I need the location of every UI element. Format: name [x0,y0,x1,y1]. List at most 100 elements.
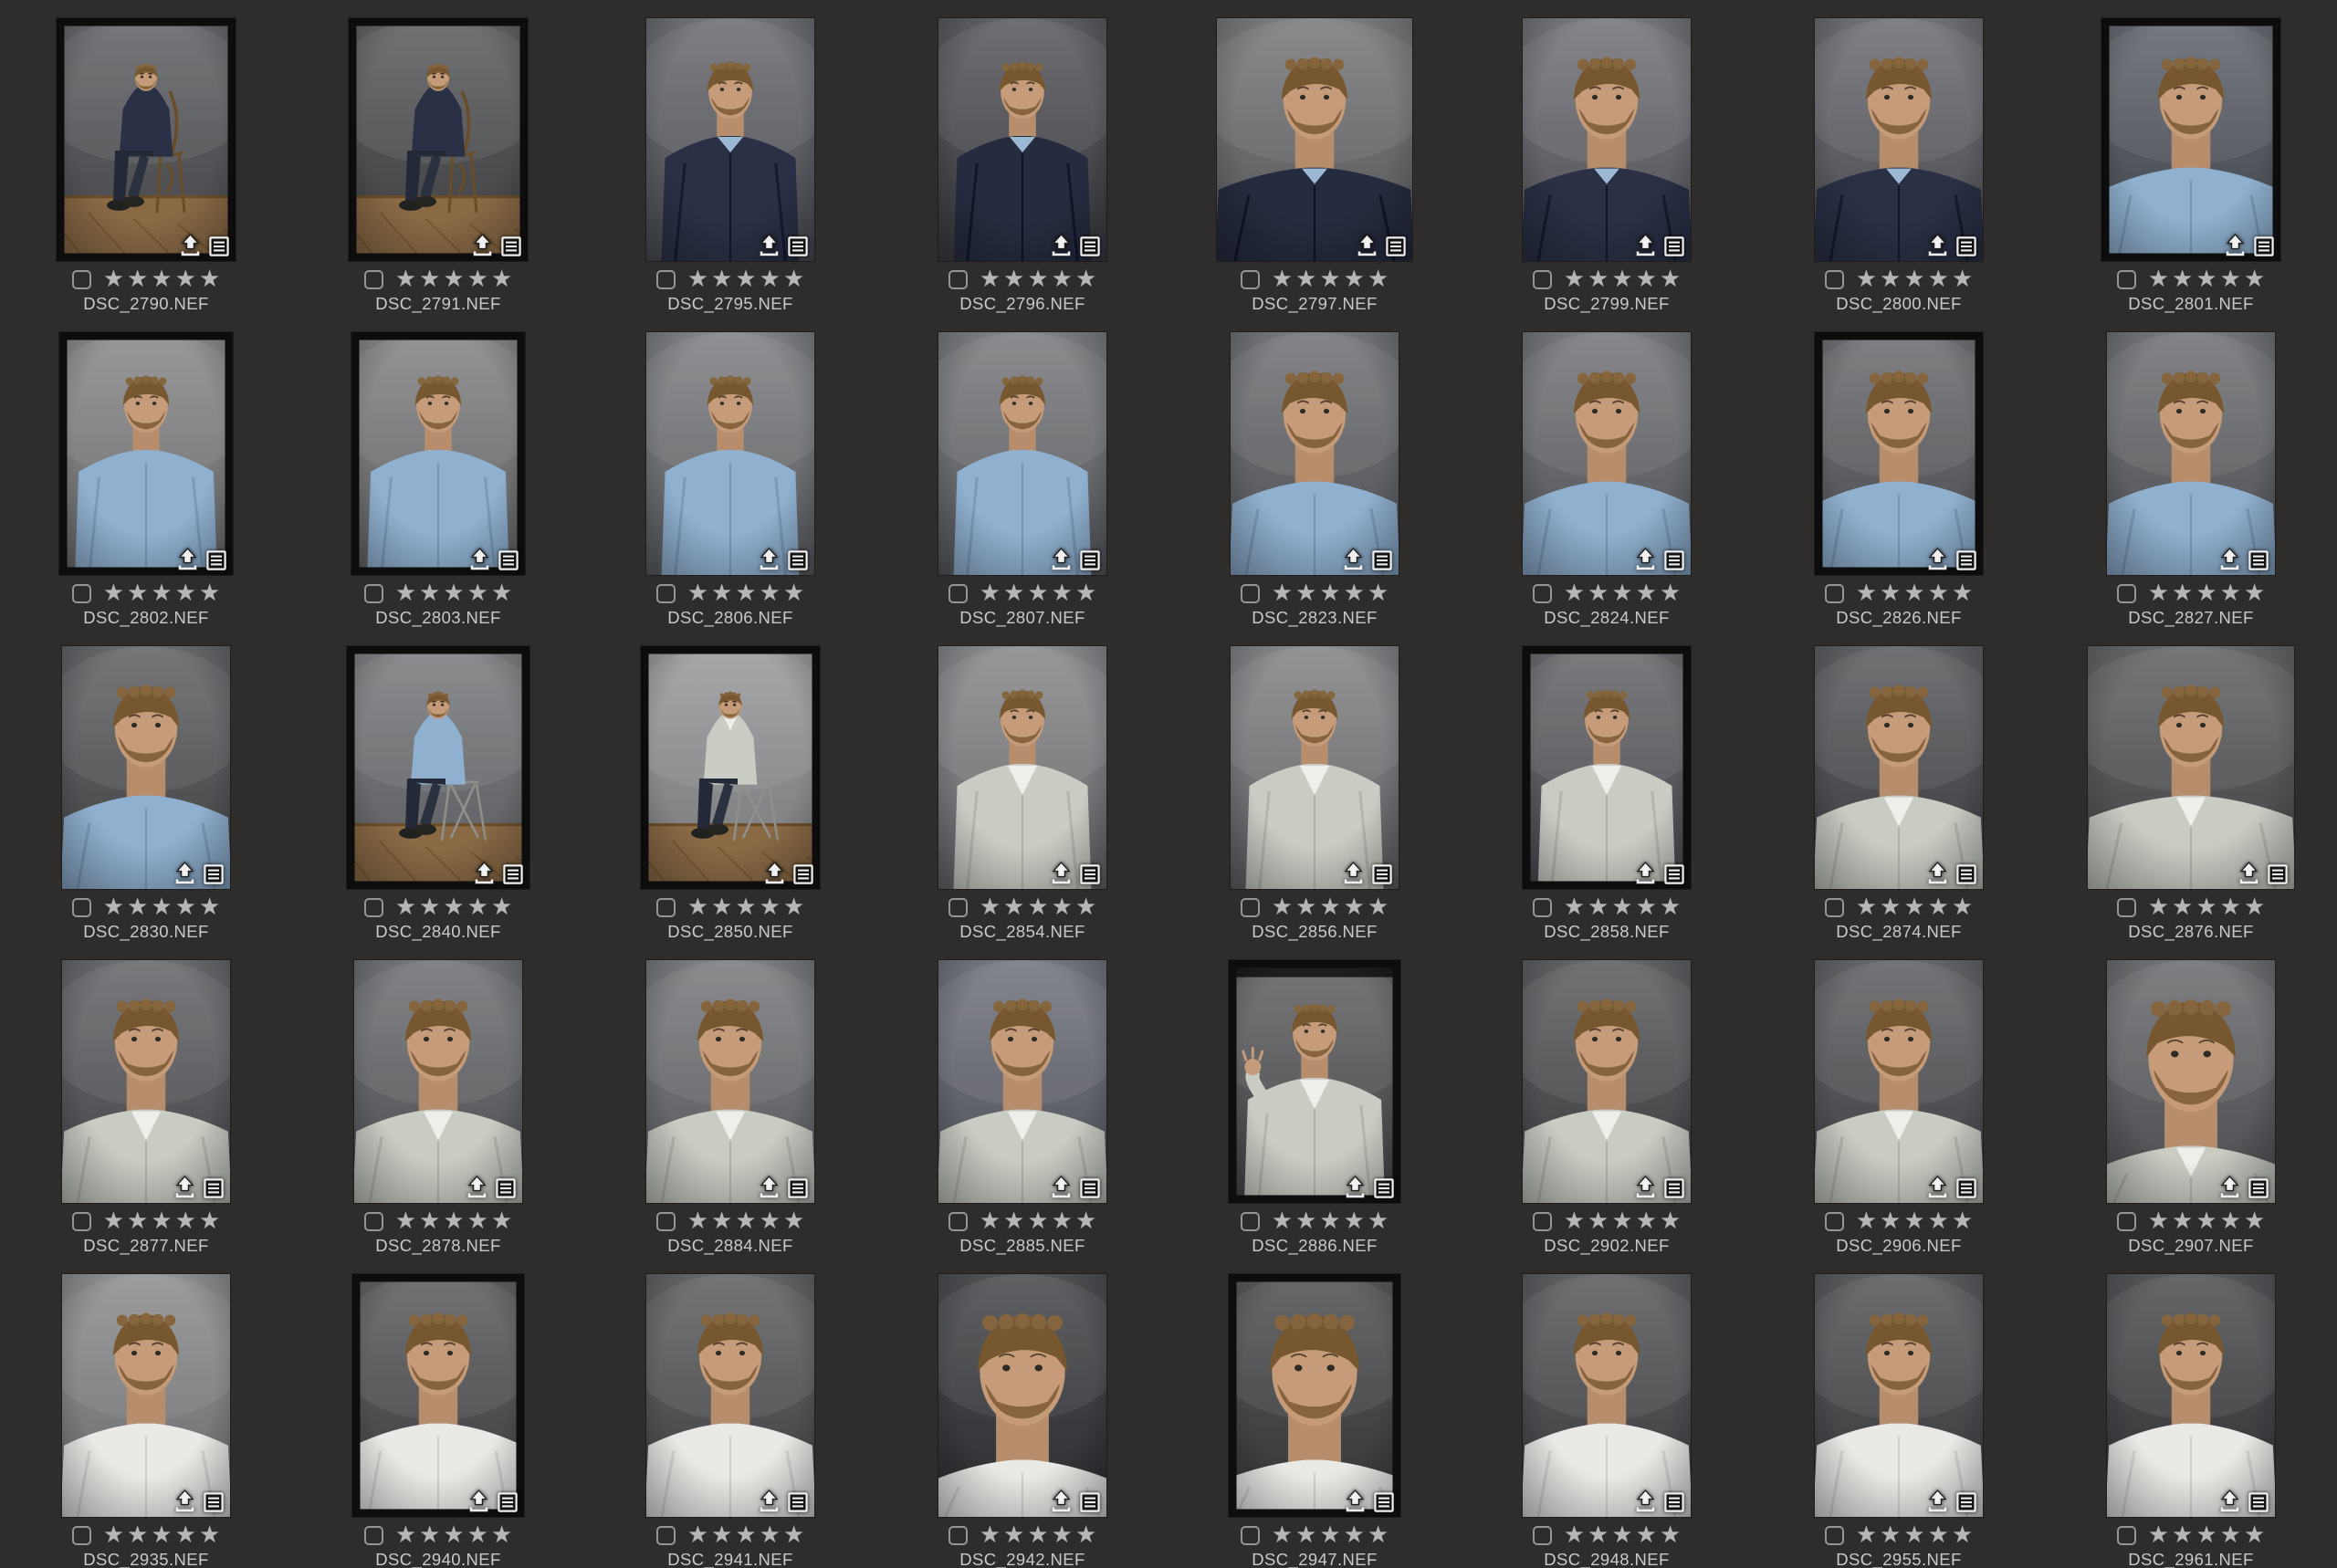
star-icon[interactable]: ★ [2196,896,2216,918]
star-icon[interactable]: ★ [1027,582,1048,604]
star-icon[interactable]: ★ [1636,1524,1657,1546]
star-icon[interactable]: ★ [783,268,804,290]
star-icon[interactable]: ★ [760,1210,781,1232]
upload-icon[interactable] [468,1490,489,1512]
upload-icon[interactable] [1345,1490,1366,1512]
star-icon[interactable]: ★ [491,268,512,290]
star-icon[interactable]: ★ [1952,1210,1973,1232]
star-icon[interactable]: ★ [1027,1524,1048,1546]
select-checkbox[interactable] [364,1526,383,1545]
upload-icon[interactable] [469,548,490,570]
metadata-list-icon[interactable] [1386,236,1406,256]
select-checkbox[interactable] [656,1212,676,1231]
select-checkbox[interactable] [656,1526,676,1545]
star-icon[interactable]: ★ [687,896,708,918]
star-icon[interactable]: ★ [2220,896,2241,918]
select-checkbox[interactable] [72,1212,91,1231]
star-icon[interactable]: ★ [2148,896,2169,918]
star-icon[interactable]: ★ [1588,268,1609,290]
upload-icon[interactable] [1345,1176,1366,1198]
star-icon[interactable]: ★ [1027,1210,1048,1232]
star-icon[interactable]: ★ [2244,1524,2265,1546]
photo-thumbnail[interactable] [938,332,1106,575]
star-icon[interactable]: ★ [1660,582,1681,604]
star-icon[interactable]: ★ [687,1524,708,1546]
upload-icon[interactable] [764,862,785,884]
star-icon[interactable]: ★ [1295,1210,1316,1232]
star-icon[interactable]: ★ [1928,1524,1949,1546]
metadata-list-icon[interactable] [788,1178,808,1198]
upload-icon[interactable] [1357,234,1378,256]
star-icon[interactable]: ★ [2244,582,2265,604]
star-icon[interactable]: ★ [127,582,148,604]
star-icon[interactable]: ★ [1611,582,1632,604]
star-icon[interactable]: ★ [1344,268,1365,290]
photo-thumbnail[interactable] [1815,960,1983,1203]
star-icon[interactable]: ★ [127,896,148,918]
upload-icon[interactable] [177,548,198,570]
photo-thumbnail[interactable] [62,1274,230,1517]
metadata-list-icon[interactable] [501,236,521,256]
star-icon[interactable]: ★ [151,268,172,290]
star-icon[interactable]: ★ [1611,1210,1632,1232]
upload-icon[interactable] [1635,1176,1656,1198]
star-icon[interactable]: ★ [1611,896,1632,918]
star-icon[interactable]: ★ [491,1524,512,1546]
star-icon[interactable]: ★ [783,582,804,604]
star-icon[interactable]: ★ [467,268,488,290]
star-icon[interactable]: ★ [1903,1210,1924,1232]
upload-icon[interactable] [474,862,495,884]
star-icon[interactable]: ★ [1003,268,1024,290]
star-icon[interactable]: ★ [1344,1210,1365,1232]
star-icon[interactable]: ★ [760,896,781,918]
star-icon[interactable]: ★ [419,1210,440,1232]
photo-thumbnail[interactable] [62,960,230,1203]
metadata-list-icon[interactable] [2268,864,2288,884]
metadata-list-icon[interactable] [1664,864,1684,884]
star-icon[interactable]: ★ [2196,582,2216,604]
star-icon[interactable]: ★ [1952,268,1973,290]
photo-thumbnail[interactable] [2088,646,2294,889]
star-icon[interactable]: ★ [1003,1210,1024,1232]
upload-icon[interactable] [180,234,201,256]
star-icon[interactable]: ★ [419,896,440,918]
star-icon[interactable]: ★ [1636,582,1657,604]
photo-thumbnail[interactable] [1523,18,1691,261]
star-icon[interactable]: ★ [103,1210,124,1232]
metadata-list-icon[interactable] [1372,550,1392,570]
upload-icon[interactable] [759,548,780,570]
metadata-list-icon[interactable] [1956,1178,1976,1198]
star-icon[interactable]: ★ [1052,1524,1073,1546]
upload-icon[interactable] [1343,548,1364,570]
metadata-list-icon[interactable] [1664,550,1684,570]
star-icon[interactable]: ★ [2244,1210,2265,1232]
star-icon[interactable]: ★ [2148,1524,2169,1546]
star-icon[interactable]: ★ [467,582,488,604]
photo-thumbnail[interactable] [938,646,1106,889]
star-icon[interactable]: ★ [151,582,172,604]
star-icon[interactable]: ★ [443,896,464,918]
star-icon[interactable]: ★ [1588,896,1609,918]
star-icon[interactable]: ★ [1903,582,1924,604]
star-icon[interactable]: ★ [1344,1524,1365,1546]
metadata-list-icon[interactable] [788,236,808,256]
photo-thumbnail[interactable] [1217,18,1412,261]
star-icon[interactable]: ★ [1856,582,1877,604]
star-icon[interactable]: ★ [1027,896,1048,918]
star-icon[interactable]: ★ [1856,268,1877,290]
star-icon[interactable]: ★ [1319,896,1340,918]
star-icon[interactable]: ★ [1075,268,1096,290]
star-icon[interactable]: ★ [467,1524,488,1546]
upload-icon[interactable] [472,234,493,256]
photo-thumbnail[interactable] [646,18,814,261]
star-icon[interactable]: ★ [1928,896,1949,918]
upload-icon[interactable] [1051,1490,1072,1512]
select-checkbox[interactable] [364,1212,383,1231]
star-icon[interactable]: ★ [1611,1524,1632,1546]
star-icon[interactable]: ★ [980,1524,1001,1546]
select-checkbox[interactable] [1825,584,1844,603]
star-icon[interactable]: ★ [2220,1210,2241,1232]
metadata-list-icon[interactable] [206,550,226,570]
select-checkbox[interactable] [948,898,968,917]
select-checkbox[interactable] [1825,1526,1844,1545]
